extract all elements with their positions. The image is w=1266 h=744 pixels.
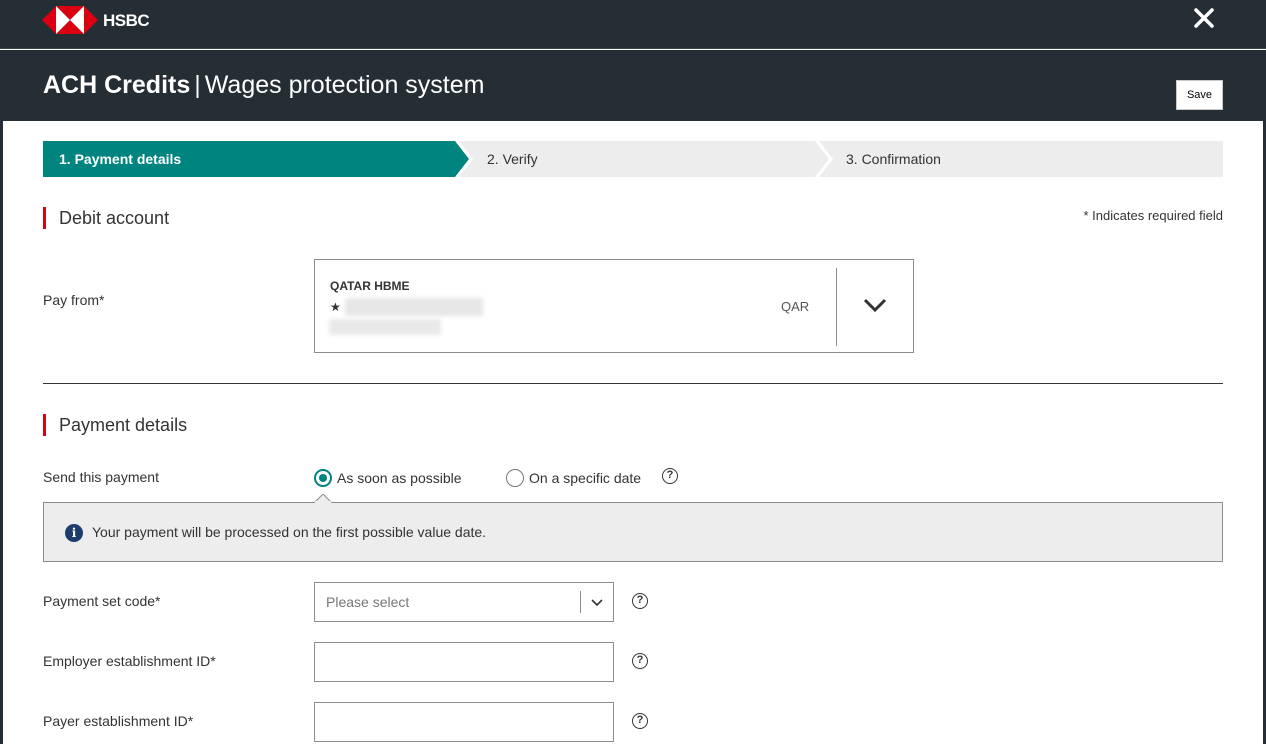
radio-label-asap: As soon as possible bbox=[337, 470, 462, 486]
radio-button[interactable] bbox=[506, 469, 524, 487]
help-icon[interactable]: ? bbox=[632, 653, 648, 669]
radio-button[interactable] bbox=[314, 469, 332, 487]
save-button[interactable]: Save bbox=[1176, 80, 1223, 110]
payer-establishment-id-label: Payer establishment ID* bbox=[43, 713, 194, 729]
chevron-down-icon[interactable] bbox=[591, 597, 603, 607]
top-bar: HSBC bbox=[0, 0, 1266, 49]
favourite-star-icon: ★ bbox=[330, 300, 341, 314]
step-verify: 2. Verify bbox=[487, 151, 538, 167]
masked-account-detail bbox=[329, 319, 441, 335]
hsbc-logo-icon bbox=[42, 6, 98, 34]
payment-details-heading: Payment details bbox=[43, 414, 187, 436]
selector-divider bbox=[836, 268, 837, 346]
select-divider bbox=[580, 591, 581, 613]
stepper-shapes bbox=[43, 141, 1223, 177]
info-panel: i Your payment will be processed on the … bbox=[43, 502, 1223, 562]
step-confirmation: 3. Confirmation bbox=[846, 151, 941, 167]
page-title-sub: Wages protection system bbox=[204, 71, 485, 99]
help-icon[interactable]: ? bbox=[632, 713, 648, 729]
section-divider bbox=[43, 383, 1223, 384]
page-title-main: ACH Credits bbox=[43, 71, 191, 99]
send-payment-label: Send this payment bbox=[43, 469, 159, 485]
info-message: Your payment will be processed on the fi… bbox=[92, 524, 487, 540]
payment-set-code-label: Payment set code* bbox=[43, 593, 161, 609]
page-title: ACH Credits | Wages protection system bbox=[43, 71, 485, 100]
page-header: ACH Credits | Wages protection system Save bbox=[0, 50, 1266, 121]
title-separator: | bbox=[194, 71, 201, 99]
payer-establishment-id-input[interactable] bbox=[314, 702, 614, 742]
pay-from-label: Pay from* bbox=[43, 292, 105, 308]
brand-name: HSBC bbox=[103, 11, 150, 30]
required-field-note: * Indicates required field bbox=[1083, 208, 1223, 223]
account-selector[interactable]: QATAR HBME ★ QAR bbox=[314, 259, 914, 353]
info-panel-pointer-mask bbox=[315, 501, 331, 504]
help-icon[interactable]: ? bbox=[662, 468, 678, 484]
payment-set-code-placeholder: Please select bbox=[326, 594, 410, 610]
progress-stepper: 1. Payment details 2. Verify 3. Confirma… bbox=[43, 141, 1223, 177]
help-icon[interactable]: ? bbox=[632, 593, 648, 609]
close-icon[interactable] bbox=[1191, 5, 1217, 31]
step-payment-details: 1. Payment details bbox=[59, 151, 182, 167]
employer-establishment-id-input[interactable] bbox=[314, 642, 614, 682]
radio-label-specific-date: On a specific date bbox=[529, 470, 642, 486]
account-currency: QAR bbox=[781, 299, 810, 314]
masked-account-number bbox=[345, 298, 483, 316]
payment-set-code-select[interactable]: Please select bbox=[314, 582, 614, 622]
info-icon: i bbox=[65, 524, 83, 542]
employer-establishment-id-label: Employer establishment ID* bbox=[43, 653, 216, 669]
content-frame bbox=[0, 121, 1266, 744]
account-name: QATAR HBME bbox=[330, 279, 410, 293]
debit-account-heading: Debit account bbox=[43, 207, 169, 229]
chevron-down-icon[interactable] bbox=[863, 296, 887, 316]
